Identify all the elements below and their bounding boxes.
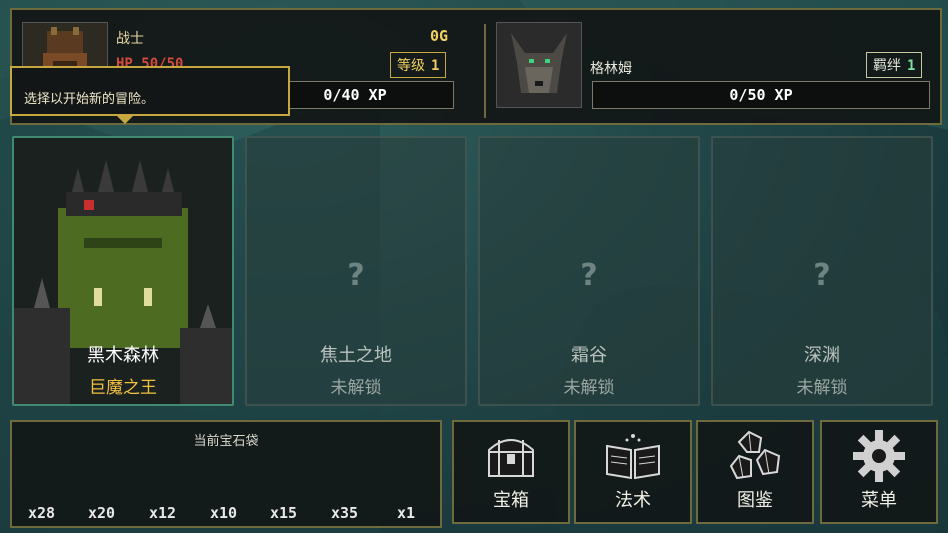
spells-label: 法术 [615,490,651,511]
compendium-button[interactable]: 图鉴 [696,420,814,524]
dice-icon [729,430,781,480]
stage-lock-status: 未解锁 [330,378,382,398]
gem-count: x20 [88,504,116,522]
level-value: 1 [431,58,440,74]
compendium-label: 图鉴 [737,490,773,511]
spells-button[interactable]: 法术 [574,420,692,524]
question-mark-icon: ? [580,258,598,293]
top-bar-divider [484,24,486,118]
bond-label: 羁绊 [873,58,901,74]
menu-button[interactable]: 菜单 [820,420,938,524]
stage-title: 深渊 [804,345,840,366]
question-mark-icon: ? [813,258,831,293]
question-mark-icon: ? [347,258,365,293]
stage-lock-status: 未解锁 [563,378,615,398]
companion-portrait[interactable] [496,22,582,108]
stage-card-locked-2[interactable]: ? 霜谷 未解锁 [478,136,700,406]
treasure-chest-label: 宝箱 [493,490,529,511]
menu-label: 菜单 [861,490,897,511]
stage-boss-name: 巨魔之王 [89,378,157,398]
gem-count: x12 [149,504,177,522]
stage-title: 黑木森林 [87,345,159,366]
stage-lock-status: 未解锁 [796,378,848,398]
gem-count: x28 [28,504,56,522]
stage-card-locked-3[interactable]: ? 深渊 未解锁 [711,136,933,406]
companion-xp-bar: 0/50 XP [592,81,930,109]
gem-bag-title: 当前宝石袋 [193,434,259,449]
start-adventure-tooltip: 选择以开始新的冒险。 [10,66,290,124]
gem-count: x1 [397,504,416,522]
spellbook-icon [606,434,660,480]
hero-level-badge: 等级 1 [390,52,447,78]
level-label: 等级 [397,58,425,74]
gem-count: x10 [210,504,238,522]
gem-count: x15 [270,504,298,522]
gold-amount: 0G [430,27,449,45]
gem-count: x35 [331,504,359,522]
hero-class-name: 战士 [116,31,144,47]
gear-icon [853,430,905,482]
stage-card-locked-1[interactable]: ? 焦土之地 未解锁 [245,136,467,406]
companion-name: 格林姆 [590,61,632,77]
wolf-portrait-icon [497,23,581,107]
treasure-chest-button[interactable]: 宝箱 [452,420,570,524]
bond-value: 1 [907,58,916,74]
stage-title: 焦土之地 [320,345,392,366]
bond-badge: 羁绊 1 [866,52,923,78]
treasure-chest-icon [488,439,534,477]
stage-card-blackwood-forest[interactable]: 黑木森林 巨魔之王 [12,136,234,406]
stage-title: 霜谷 [571,345,607,366]
gem-bag-panel: 当前宝石袋 x28 x20 x12 x10 x15 x35 x1 [10,420,442,528]
